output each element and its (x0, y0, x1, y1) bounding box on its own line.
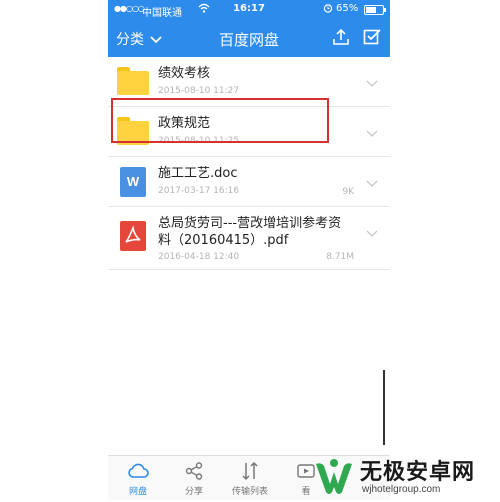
file-row[interactable]: 政策规范 2015-08-10 11:25 (108, 107, 390, 157)
tab-share[interactable]: 分享 (166, 461, 222, 497)
tab-transfer-list[interactable]: 传输列表 (222, 461, 278, 497)
cloud-icon (127, 461, 149, 481)
watermark-url: wjhotelgroup.com (362, 484, 441, 495)
file-size: 9K (342, 187, 354, 197)
battery-percent: 65% (336, 3, 359, 14)
site-logo-icon (312, 454, 356, 498)
share-icon (183, 461, 205, 481)
folder-icon (117, 67, 149, 97)
file-size: 8.71M (326, 252, 354, 262)
alarm-icon (323, 3, 333, 16)
status-bar: ●●○○○ 中国联通 16:17 65% (108, 0, 390, 20)
file-row[interactable]: 总局货劳司---营改增培训参考资料（20160415）.pdf 2016-04-… (108, 207, 390, 270)
file-date: 2017-03-17 16:16 (158, 186, 240, 196)
tab-cloud-drive[interactable]: 网盘 (110, 461, 166, 497)
file-row[interactable]: 绩效考核 2015-08-10 11:27 (108, 57, 390, 107)
scrollbar[interactable] (383, 370, 385, 445)
word-doc-icon: W (117, 167, 149, 197)
chevron-down-icon[interactable] (366, 223, 378, 237)
tab-label: 网盘 (128, 487, 147, 497)
file-name: 绩效考核 (158, 66, 211, 81)
file-list: 绩效考核 2015-08-10 11:27 政策规范 2015-08-10 11… (108, 57, 390, 270)
phone-screen: ●●○○○ 中国联通 16:17 65% 分类 百度网盘 绩效考核 2015-0… (108, 0, 390, 500)
file-name: 总局货劳司---营改增培训参考资料（20160415）.pdf (158, 216, 342, 248)
select-mode-icon[interactable] (363, 28, 381, 46)
file-row[interactable]: W 施工工艺.doc 2017-03-17 16:16 9K (108, 157, 390, 207)
chevron-down-icon[interactable] (366, 173, 378, 187)
nav-bar: 分类 百度网盘 (108, 20, 390, 57)
battery-icon (364, 5, 386, 15)
chevron-down-icon[interactable] (366, 73, 378, 87)
battery-fill (366, 7, 377, 13)
transfer-icon (239, 461, 261, 481)
chevron-down-icon[interactable] (366, 123, 378, 137)
file-name: 政策规范 (158, 116, 211, 131)
upload-icon[interactable] (332, 28, 350, 46)
file-date: 2015-08-10 11:27 (158, 86, 240, 96)
file-name: 施工工艺.doc (158, 166, 238, 181)
tab-label: 分享 (184, 487, 203, 497)
pdf-icon (117, 221, 149, 251)
folder-icon (117, 117, 149, 147)
watermark: 无极安卓网 wjhotelgroup.com (312, 452, 500, 500)
file-date: 2015-08-10 11:25 (158, 136, 240, 146)
file-date: 2016-04-18 12:40 (158, 252, 240, 262)
watermark-title: 无极安卓网 (360, 460, 476, 485)
tab-label: 传输列表 (231, 487, 268, 497)
